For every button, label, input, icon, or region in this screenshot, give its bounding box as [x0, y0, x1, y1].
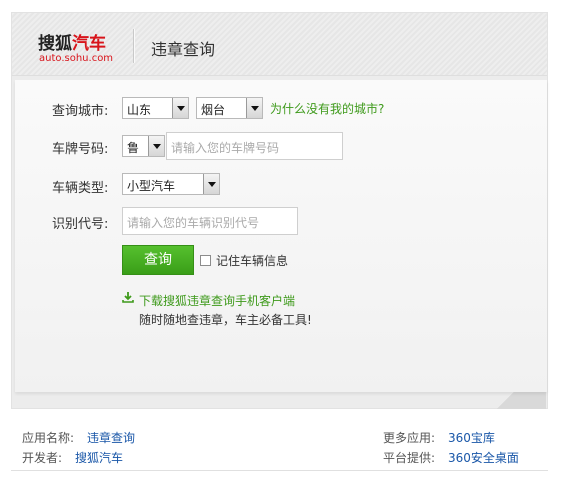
city-value: 烟台 [201, 103, 226, 117]
vin-label: 识别代号: [52, 217, 109, 232]
chevron-down-icon[interactable] [172, 98, 188, 118]
province-select[interactable]: 山东 [122, 97, 189, 119]
more-apps-link[interactable]: 360宝库 [448, 429, 495, 446]
header-divider [133, 29, 134, 63]
chevron-down-icon[interactable] [203, 174, 219, 194]
remember-checkbox[interactable] [200, 255, 211, 266]
platform-link[interactable]: 360安全桌面 [448, 449, 519, 466]
platform-label: 平台提供: [383, 451, 436, 465]
city-label: 查询城市: [52, 104, 109, 119]
app-header: 搜狐汽车 auto.sohu.com 违章查询 [12, 13, 547, 76]
chevron-down-icon[interactable] [148, 136, 164, 156]
logo-text-black: 搜狐 [38, 34, 72, 54]
tagline: 随时随地查违章，车主必备工具! [139, 313, 312, 327]
more-apps-label: 更多应用: [383, 431, 436, 445]
download-client-link[interactable]: 下载搜狐违章查询手机客户端 [139, 292, 295, 309]
footer-divider [11, 470, 548, 471]
vehicle-type-select[interactable]: 小型汽车 [122, 173, 220, 195]
remember-label[interactable]: 记住车辆信息 [216, 252, 288, 269]
vehicle-type-label: 车辆类型: [52, 181, 109, 196]
no-city-link[interactable]: 为什么没有我的城市? [270, 100, 384, 117]
query-form-card [15, 80, 547, 392]
plate-prefix-select[interactable]: 鲁 [122, 135, 165, 157]
logo-url: auto.sohu.com [39, 53, 114, 64]
app-name-label: 应用名称: [22, 431, 75, 445]
vin-input[interactable]: 请输入您的车辆识别代号 [122, 207, 298, 235]
city-select[interactable]: 烟台 [196, 97, 263, 119]
sohu-auto-logo[interactable]: 搜狐汽车 [38, 29, 106, 54]
vehicle-type-value: 小型汽车 [127, 179, 176, 193]
app-name-link[interactable]: 违章查询 [87, 429, 135, 446]
logo-text-red: 汽车 [72, 34, 106, 54]
query-button[interactable]: 查询 [122, 245, 194, 275]
download-icon [122, 292, 134, 303]
chevron-down-icon[interactable] [246, 98, 262, 118]
plate-prefix-value: 鲁 [127, 141, 140, 155]
developer-link[interactable]: 搜狐汽车 [75, 449, 123, 466]
page-title: 违章查询 [151, 40, 216, 59]
plate-number-input[interactable]: 请输入您的车牌号码 [166, 132, 343, 160]
plate-label: 车牌号码: [52, 142, 109, 157]
province-value: 山东 [127, 103, 152, 117]
developer-label: 开发者: [22, 451, 63, 465]
